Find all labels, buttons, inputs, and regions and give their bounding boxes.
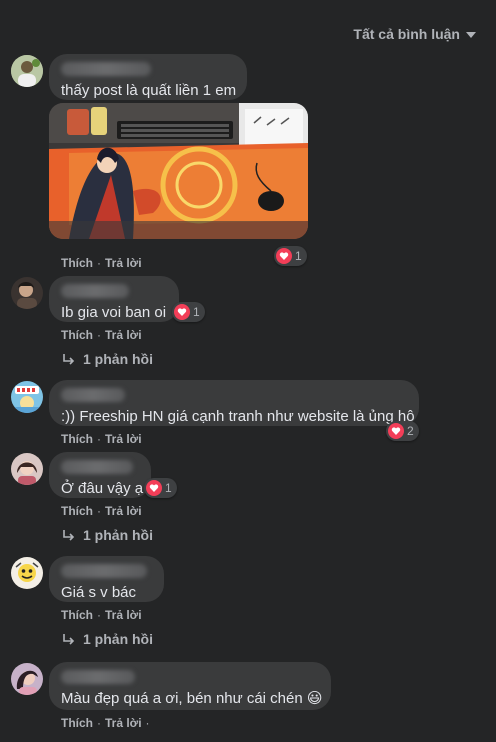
avatar[interactable] bbox=[11, 381, 43, 413]
reaction-number: 1 bbox=[295, 249, 302, 263]
view-replies-link[interactable]: 1 phản hồi bbox=[62, 631, 153, 647]
heart-icon bbox=[174, 304, 190, 320]
view-replies-link[interactable]: 1 phản hồi bbox=[62, 351, 153, 367]
separator: · bbox=[97, 716, 101, 730]
comment-actions: Thích · Trả lời bbox=[61, 328, 142, 342]
like-button[interactable]: Thích bbox=[61, 608, 93, 622]
reply-button[interactable]: Trả lời bbox=[105, 256, 142, 270]
avatar[interactable] bbox=[11, 55, 43, 87]
separator: · bbox=[145, 716, 150, 730]
comment-filter-label: Tất cả bình luận bbox=[353, 26, 460, 42]
reply-button[interactable]: Trả lời bbox=[105, 432, 142, 446]
author-name-blurred[interactable] bbox=[61, 388, 125, 402]
author-name-blurred[interactable] bbox=[61, 62, 151, 76]
comment-filter-dropdown[interactable]: Tất cả bình luận bbox=[353, 26, 476, 42]
comment-actions: Thích · Trả lời bbox=[61, 504, 142, 518]
comment-photo[interactable] bbox=[49, 103, 308, 239]
caret-down-icon bbox=[466, 32, 476, 38]
replies-count: 1 phản hồi bbox=[83, 631, 153, 647]
author-name-blurred[interactable] bbox=[61, 460, 133, 474]
avatar[interactable] bbox=[11, 663, 43, 695]
separator: · bbox=[97, 608, 101, 622]
avatar[interactable] bbox=[11, 557, 43, 589]
comment-bubble: thấy post là quất liền 1 em bbox=[49, 54, 247, 100]
reply-button[interactable]: Trả lời bbox=[105, 608, 142, 622]
reply-arrow-icon bbox=[63, 633, 75, 645]
comment-bubble: Màu đẹp quá a ơi, bén như cái chén 😃 bbox=[49, 662, 331, 710]
like-button[interactable]: Thích bbox=[61, 328, 93, 342]
comment-text-content: Màu đẹp quá a ơi, bén như cái chén bbox=[61, 690, 303, 707]
reaction-count[interactable]: 2 bbox=[386, 421, 419, 441]
smiley-emoji-icon: 😃 bbox=[306, 690, 323, 707]
reply-arrow-icon bbox=[63, 529, 75, 541]
comment-text: :)) Freeship HN giá cạnh tranh như websi… bbox=[61, 408, 415, 425]
comment-bubble: Ib gia voi ban oi bbox=[49, 276, 179, 322]
comment-text: Ib gia voi ban oi bbox=[61, 304, 167, 321]
comment-actions: Thích · Trả lời bbox=[61, 608, 142, 622]
separator: · bbox=[97, 328, 101, 342]
author-name-blurred[interactable] bbox=[61, 564, 147, 578]
comment-bubble: :)) Freeship HN giá cạnh tranh như websi… bbox=[49, 380, 419, 426]
author-name-blurred[interactable] bbox=[61, 670, 135, 684]
reaction-count[interactable]: 1 bbox=[274, 246, 307, 266]
like-button[interactable]: Thích bbox=[61, 504, 93, 518]
reply-button[interactable]: Trả lời bbox=[105, 504, 142, 518]
separator: · bbox=[97, 256, 101, 270]
separator: · bbox=[97, 504, 101, 518]
reaction-number: 2 bbox=[407, 424, 414, 438]
comment-bubble: Giá s v bác bbox=[49, 556, 164, 602]
like-button[interactable]: Thích bbox=[61, 432, 93, 446]
avatar[interactable] bbox=[11, 277, 43, 309]
reaction-count[interactable]: 1 bbox=[172, 302, 205, 322]
author-name-blurred[interactable] bbox=[61, 284, 129, 298]
comment-actions: Thích · Trả lời bbox=[61, 256, 142, 270]
comment-text: Ở đâu vậy ạ bbox=[61, 480, 144, 497]
reaction-number: 1 bbox=[165, 481, 172, 495]
avatar[interactable] bbox=[11, 453, 43, 485]
reply-button[interactable]: Trả lời bbox=[105, 328, 142, 342]
comment-actions: Thích · Trả lời · bbox=[61, 716, 150, 730]
comment-bubble: Ở đâu vậy ạ bbox=[49, 452, 151, 498]
heart-icon bbox=[388, 423, 404, 439]
view-replies-link[interactable]: 1 phản hồi bbox=[62, 527, 153, 543]
comment-text: Màu đẹp quá a ơi, bén như cái chén 😃 bbox=[61, 689, 323, 708]
comment-text: Giá s v bác bbox=[61, 584, 137, 601]
heart-icon bbox=[276, 248, 292, 264]
comment-actions: Thích · Trả lời bbox=[61, 432, 142, 446]
reply-arrow-icon bbox=[63, 353, 75, 365]
reply-button[interactable]: Trả lời bbox=[105, 716, 142, 730]
heart-icon bbox=[146, 480, 162, 496]
comment-text: thấy post là quất liền 1 em bbox=[61, 82, 237, 99]
like-button[interactable]: Thích bbox=[61, 716, 93, 730]
like-button[interactable]: Thích bbox=[61, 256, 93, 270]
reaction-number: 1 bbox=[193, 305, 200, 319]
replies-count: 1 phản hồi bbox=[83, 527, 153, 543]
reaction-count[interactable]: 1 bbox=[144, 478, 177, 498]
separator: · bbox=[97, 432, 101, 446]
replies-count: 1 phản hồi bbox=[83, 351, 153, 367]
